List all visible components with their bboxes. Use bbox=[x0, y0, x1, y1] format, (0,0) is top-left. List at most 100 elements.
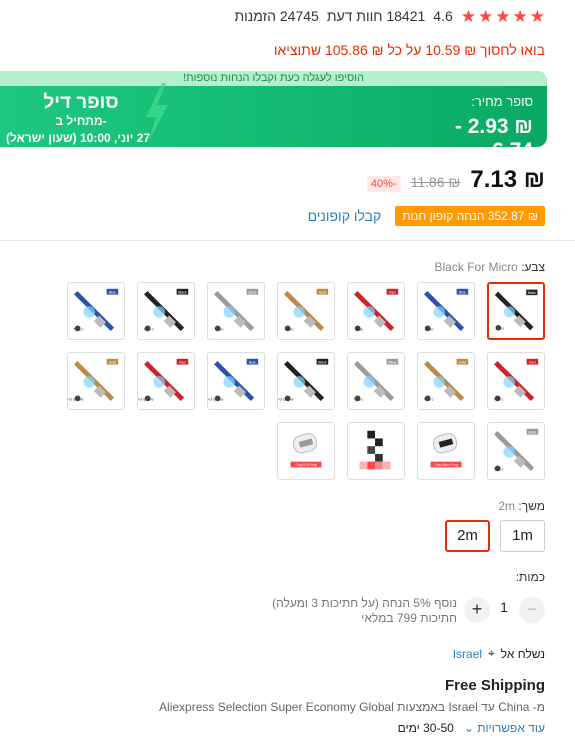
discount-badge: -40% bbox=[366, 176, 401, 192]
chevron-down-icon: ⌄ bbox=[463, 721, 474, 735]
star-icon: ★ bbox=[512, 6, 528, 26]
shipping-route: מ- China עד Israel באמצעות Aliexpress Se… bbox=[159, 700, 545, 714]
color-swatch[interactable]: Red For iphone bbox=[137, 352, 195, 410]
color-swatch[interactable]: Silver Micro bbox=[207, 282, 265, 340]
deal-note: הוסיפו לעגלה כעת וקבלו הנחות נוספות! bbox=[0, 71, 547, 86]
length-label-text: משך: bbox=[518, 499, 545, 513]
svg-text:Type-c: Type-c bbox=[423, 397, 433, 401]
svg-text:For iphone: For iphone bbox=[68, 397, 84, 401]
color-label-text: צבע: bbox=[521, 260, 545, 274]
color-swatch[interactable]: Gold Micro bbox=[277, 282, 335, 340]
svg-text:Black: Black bbox=[318, 361, 327, 365]
color-swatch[interactable]: Only IOS Plug bbox=[277, 422, 335, 480]
rating-value: 4.6 bbox=[433, 8, 453, 24]
svg-text:Silver: Silver bbox=[248, 291, 257, 295]
svg-text:Type-c: Type-c bbox=[353, 397, 363, 401]
ship-to-country[interactable]: Israel bbox=[453, 647, 482, 661]
more-options-label: עוד אפשרויות bbox=[477, 721, 545, 735]
orders-count: 24745 הזמנות bbox=[234, 8, 319, 24]
color-swatch[interactable]: Black Type-c bbox=[137, 282, 195, 340]
svg-text:Red: Red bbox=[179, 361, 185, 365]
svg-text:Type-c: Type-c bbox=[493, 397, 503, 401]
ship-to-label: נשלח אל bbox=[500, 646, 545, 661]
color-swatch[interactable]: Blue Micro bbox=[417, 282, 475, 340]
svg-text:Only Micro Plug: Only Micro Plug bbox=[434, 463, 458, 467]
svg-text:Only IOS Plug: Only IOS Plug bbox=[295, 463, 316, 467]
star-icon: ★ bbox=[495, 6, 511, 26]
bulk-discount-note: נוסף 5% הנחה (על חתיכות 3 ומעלה) bbox=[272, 596, 457, 610]
delivery-row: עוד אפשרויות ⌄ 30-50 ימים bbox=[398, 721, 545, 735]
svg-text:Silver: Silver bbox=[388, 361, 397, 365]
star-icon: ★ bbox=[478, 6, 494, 26]
svg-text:Micro: Micro bbox=[215, 327, 223, 331]
svg-text:For iphone: For iphone bbox=[208, 397, 224, 401]
ship-to-row: נשלח אל ⌖ Israel bbox=[453, 646, 545, 661]
super-deal-banner: הוסיפו לעגלה כעת וקבלו הנחות נוספות! סופ… bbox=[0, 71, 547, 147]
reviews-count[interactable]: 18421 חוות דעת bbox=[327, 8, 425, 24]
color-swatch[interactable]: Blue Type-c bbox=[67, 282, 125, 340]
price-row: ₪ 7.13 ₪ 11.86 -40% bbox=[366, 166, 545, 194]
original-price: ₪ 11.86 bbox=[410, 174, 461, 190]
color-swatch[interactable]: Red Micro bbox=[347, 282, 405, 340]
super-price-box: סופר מחיר: ₪ 2.93 - 6.74 bbox=[397, 86, 547, 147]
super-price-label: סופר מחיר: bbox=[471, 94, 533, 109]
length-label: משך: 2m bbox=[498, 499, 545, 513]
color-swatch[interactable]: Silver Type-c bbox=[347, 352, 405, 410]
color-swatch[interactable]: Only Micro Plug bbox=[417, 422, 475, 480]
stock-note: חתיכות 799 במלאי bbox=[361, 611, 457, 625]
svg-text:Type-c: Type-c bbox=[143, 327, 153, 331]
color-swatch[interactable]: Blue For iphone bbox=[207, 352, 265, 410]
svg-text:Black: Black bbox=[178, 291, 187, 295]
free-shipping-title: Free Shipping bbox=[444, 677, 545, 694]
super-deal-title: סופר דיל bbox=[43, 92, 119, 113]
delivery-days: 30-50 ימים bbox=[397, 721, 454, 735]
svg-text:Type-c: Type-c bbox=[73, 327, 83, 331]
svg-text:For iphone: For iphone bbox=[278, 397, 294, 401]
current-price: ₪ 7.13 bbox=[470, 166, 545, 193]
svg-text:Red: Red bbox=[389, 291, 395, 295]
color-swatch[interactable]: Black For iphone bbox=[277, 352, 335, 410]
svg-text:Red: Red bbox=[529, 361, 535, 365]
color-swatch[interactable]: Black Micro bbox=[487, 282, 545, 340]
rating-row: ★ ★ ★ ★ ★ 4.6 18421 חוות דעת 24745 הזמנו… bbox=[234, 6, 545, 26]
svg-text:Silver: Silver bbox=[528, 431, 537, 435]
svg-text:Micro: Micro bbox=[425, 327, 433, 331]
quantity-note: נוסף 5% הנחה (על חתיכות 3 ומעלה) חתיכות … bbox=[272, 596, 457, 626]
svg-text:Gold: Gold bbox=[109, 361, 116, 365]
promo-text: בואו לחסוך ₪ 10.59 על כל ₪ 105.86 שתוציא… bbox=[273, 42, 545, 58]
length-option-1m[interactable]: 1m bbox=[500, 520, 545, 552]
super-deal-starts: מתחיל ב- bbox=[55, 114, 107, 128]
svg-text:Gold: Gold bbox=[319, 291, 326, 295]
color-swatch[interactable]: Gold Type-c bbox=[417, 352, 475, 410]
divider bbox=[0, 240, 575, 241]
svg-text:Blue: Blue bbox=[249, 361, 256, 365]
color-swatch[interactable] bbox=[347, 422, 405, 480]
quantity-label: כמות: bbox=[515, 570, 545, 584]
svg-text:Micro: Micro bbox=[285, 327, 293, 331]
quantity-decrease-button[interactable]: − bbox=[519, 597, 545, 623]
svg-text:Black: Black bbox=[528, 291, 536, 295]
selected-color-text: Black For Micro bbox=[434, 260, 518, 274]
svg-text:Blue: Blue bbox=[109, 291, 116, 295]
quantity-value[interactable]: 1 bbox=[497, 599, 511, 615]
svg-text:Micro: Micro bbox=[496, 327, 504, 331]
color-swatch[interactable]: Silver Type-c bbox=[487, 422, 545, 480]
coupon-row: ₪ 352.87 הנחה קופון חנות קבלו קופונים bbox=[308, 206, 545, 226]
svg-text:Blue: Blue bbox=[459, 291, 466, 295]
super-price-range: ₪ 2.93 - 6.74 bbox=[454, 115, 533, 147]
color-swatch[interactable]: Gold For iphone bbox=[67, 352, 125, 410]
super-deal-info: סופר דיל מתחיל ב- 27 יוני, 10:00 (שעון י… bbox=[0, 86, 160, 147]
star-icon: ★ bbox=[529, 6, 545, 26]
selected-length-text: 2m bbox=[498, 499, 516, 513]
svg-text:For iphone: For iphone bbox=[138, 397, 154, 401]
store-coupon-badge[interactable]: ₪ 352.87 הנחה קופון חנות bbox=[395, 206, 545, 226]
more-shipping-options-link[interactable]: עוד אפשרויות ⌄ bbox=[464, 721, 545, 735]
location-pin-icon: ⌖ bbox=[488, 646, 495, 660]
color-label: צבע: Black For Micro bbox=[435, 260, 545, 274]
svg-text:Type-c: Type-c bbox=[493, 467, 503, 471]
svg-text:Gold: Gold bbox=[459, 361, 466, 365]
color-swatch[interactable]: Red Type-c bbox=[487, 352, 545, 410]
get-coupons-link[interactable]: קבלו קופונים bbox=[308, 208, 382, 224]
length-option-2m[interactable]: 2m bbox=[445, 520, 490, 552]
quantity-increase-button[interactable]: + bbox=[464, 597, 490, 623]
